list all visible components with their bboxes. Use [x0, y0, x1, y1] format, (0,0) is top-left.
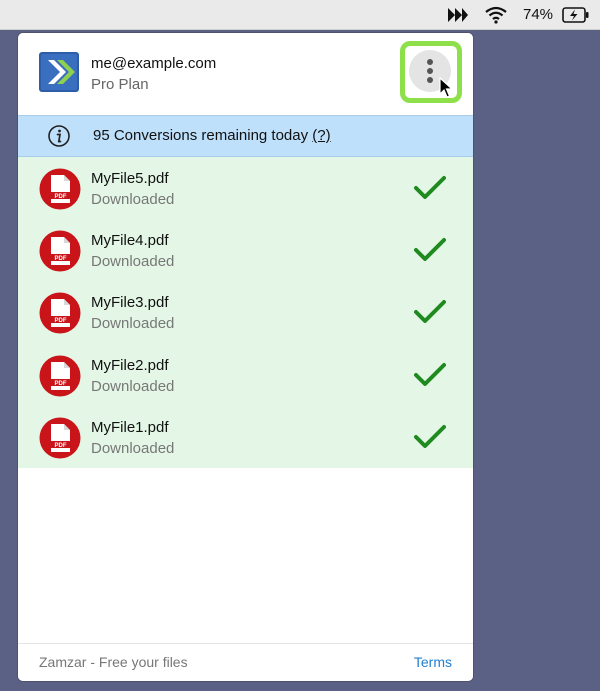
more-vertical-icon: [427, 59, 433, 65]
pdf-file-icon: PDF: [39, 417, 81, 459]
file-status: Downloaded: [91, 377, 175, 395]
terms-link[interactable]: Terms: [414, 644, 452, 680]
checkmark-icon: [414, 237, 446, 263]
pdf-file-icon: PDF: [39, 292, 81, 334]
battery-percent: 74%: [523, 6, 554, 23]
checkmark-icon: [414, 424, 446, 450]
file-row[interactable]: PDF MyFile3.pdf Downloaded: [18, 281, 473, 343]
file-name: MyFile3.pdf: [91, 294, 169, 312]
zamzar-logo: [38, 51, 80, 93]
svg-text:PDF: PDF: [55, 381, 67, 387]
zamzar-popover-panel: me@example.com Pro Plan 95 Conversions r…: [18, 33, 473, 681]
checkmark-icon: [414, 175, 446, 201]
file-list: PDF MyFile5.pdf Downloaded PDF MyFile4.p…: [18, 157, 473, 468]
account-email: me@example.com: [91, 55, 217, 72]
file-status: Downloaded: [91, 439, 175, 457]
file-row[interactable]: PDF MyFile5.pdf Downloaded: [18, 157, 473, 219]
checkmark-icon: [414, 299, 446, 325]
conversions-help-link[interactable]: (?): [312, 127, 330, 144]
panel-footer: Zamzar - Free your files Terms: [18, 643, 473, 681]
footer-tagline: Zamzar - Free your files: [39, 654, 188, 670]
pdf-file-icon: PDF: [39, 230, 81, 272]
wifi-icon[interactable]: [482, 0, 510, 30]
pdf-file-icon: PDF: [39, 168, 81, 210]
info-icon: [48, 125, 70, 147]
svg-text:PDF: PDF: [55, 318, 67, 324]
svg-text:PDF: PDF: [55, 194, 67, 200]
conversions-remaining-text: 95 Conversions remaining today (?): [93, 116, 331, 156]
svg-text:PDF: PDF: [55, 443, 67, 449]
file-row[interactable]: PDF MyFile2.pdf Downloaded: [18, 344, 473, 406]
pdf-file-icon: PDF: [39, 355, 81, 397]
mouse-cursor-icon: [439, 76, 454, 104]
fast-forward-icon[interactable]: [444, 0, 472, 30]
file-name: MyFile2.pdf: [91, 356, 169, 374]
conversions-info-bar: 95 Conversions remaining today (?): [18, 115, 473, 157]
file-row[interactable]: PDF MyFile1.pdf Downloaded: [18, 406, 473, 468]
file-name: MyFile4.pdf: [91, 232, 169, 250]
battery-charging-icon[interactable]: [560, 0, 592, 30]
account-plan: Pro Plan: [91, 76, 149, 93]
account-header: me@example.com Pro Plan: [18, 33, 473, 115]
system-menubar: 74%: [0, 0, 600, 30]
svg-text:PDF: PDF: [55, 256, 67, 262]
file-name: MyFile1.pdf: [91, 418, 169, 436]
file-status: Downloaded: [91, 315, 175, 333]
conversions-remaining-label: 95 Conversions remaining today: [93, 127, 309, 144]
file-status: Downloaded: [91, 253, 175, 271]
file-name: MyFile5.pdf: [91, 170, 169, 187]
file-row[interactable]: PDF MyFile4.pdf Downloaded: [18, 219, 473, 281]
checkmark-icon: [414, 362, 446, 388]
file-status: Downloaded: [91, 191, 175, 208]
